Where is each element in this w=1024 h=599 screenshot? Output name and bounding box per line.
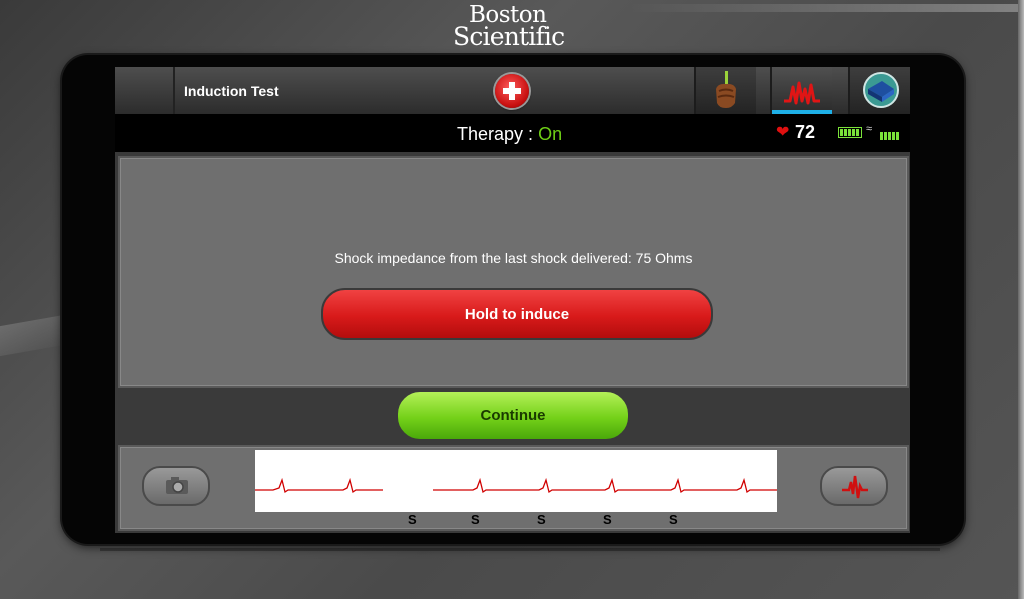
ecg-marker: S [471,512,480,527]
therapy-status: Therapy : On [457,124,562,145]
device-programmer-icon [863,72,899,108]
brand-logo-line2: Scientific [453,22,565,51]
top-navigation-bar: Induction Test [115,67,910,114]
tab-tools[interactable] [694,67,756,114]
ecg-marker: S [669,512,678,527]
signal-strength-icon [880,127,900,145]
telemetry-icon: ≈ [866,123,873,135]
shock-impedance-message: Shock impedance from the last shock deli… [334,250,693,266]
continue-label: Continue [480,407,546,424]
message-panel: Shock impedance from the last shock deli… [118,156,909,388]
brand-logo: Boston Scientific [453,4,565,51]
ecg-trace-left [255,477,383,494]
device-shadow [100,548,940,551]
ecg-waveform-icon [784,81,820,105]
emergency-button[interactable] [495,74,529,108]
menu-slot[interactable] [115,67,175,114]
hold-to-induce-label: Hold to induce [464,305,570,323]
background-edge [1018,0,1024,599]
tab-device[interactable] [848,67,910,114]
ecg-marker: S [603,512,612,527]
ecg-waveform-icon [842,475,868,499]
ecg-trace-right [433,477,777,494]
snapshot-button[interactable] [142,466,210,506]
ecg-marker: S [537,512,546,527]
status-bar: Therapy : On ❤ 72 ≈ [115,114,910,152]
continue-button[interactable]: Continue [396,390,630,441]
heart-icon: ❤ [776,124,790,141]
hand-tool-icon [716,71,736,108]
background-reflection [0,313,70,357]
ecg-strip [255,450,777,512]
camera-icon [166,477,188,494]
therapy-value: On [538,124,563,144]
ecg-marker: S [408,512,417,527]
battery-icon [838,127,862,138]
hold-to-induce-button[interactable]: Hold to induce [321,288,713,340]
ecg-record-button[interactable] [820,466,888,506]
heart-rate-value: 72 [795,122,816,142]
device-screen: Induction Test Therapy: On ❤ 72 ≈ Shock… [115,67,910,533]
ecg-panel [118,445,909,531]
therapy-label: Therapy : [457,124,534,144]
tab-ecg[interactable] [770,67,832,114]
background-highlight [630,4,1024,12]
page-title: Induction Test [184,83,279,99]
